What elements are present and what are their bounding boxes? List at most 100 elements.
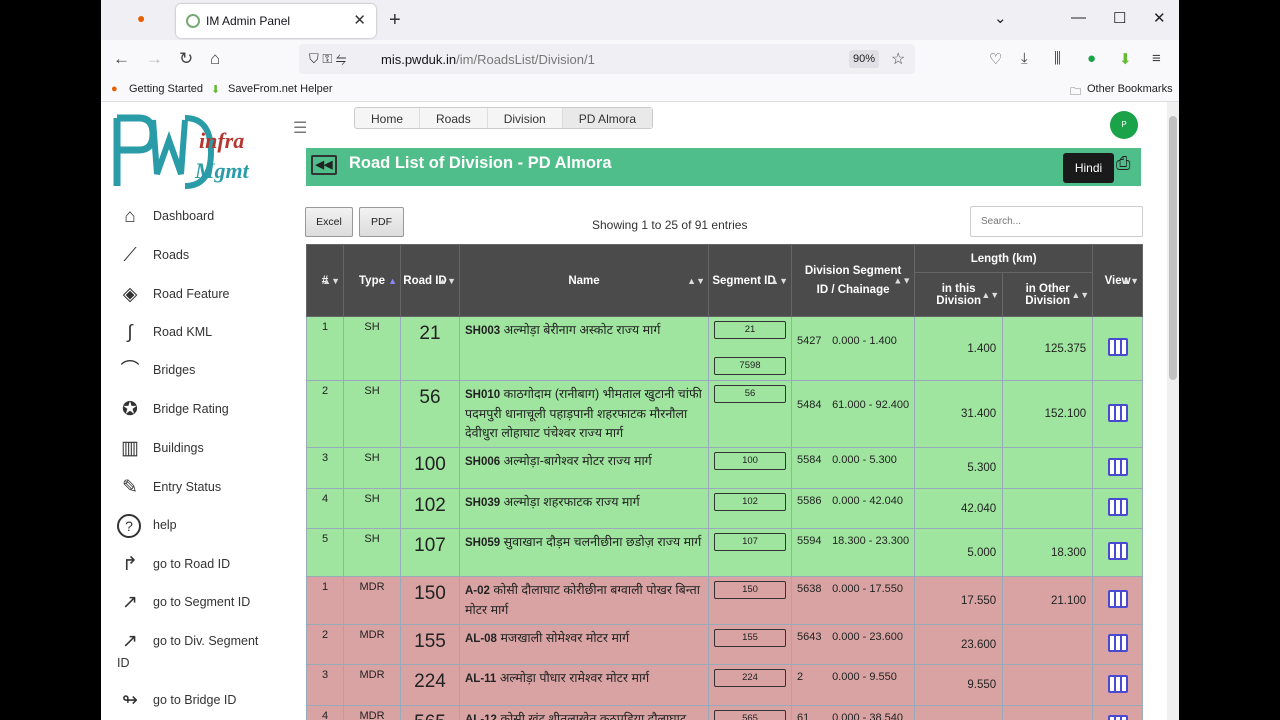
sidebar-item-go-to-segment-id[interactable]: ↗ go to Segment ID: [117, 588, 287, 618]
segment-id-button[interactable]: 150: [714, 581, 786, 599]
sidebar-item-buildings[interactable]: ▥ Buildings: [117, 434, 287, 464]
breadcrumb-home[interactable]: Home: [355, 108, 421, 128]
col-segment-id[interactable]: Segment ID ▲▼: [708, 244, 792, 317]
library-icon[interactable]: ⫼: [1054, 50, 1061, 67]
cell-in-other: 125.375: [1002, 316, 1094, 381]
close-window-icon[interactable]: ✕: [1153, 9, 1166, 27]
new-tab-icon[interactable]: +: [389, 9, 401, 32]
url-text[interactable]: mis.pwduk.in/im/RoadsList/Division/1: [381, 52, 595, 67]
extension-g-icon[interactable]: ●: [1087, 50, 1096, 67]
cell-name: SH003 अल्मोड़ा बेरीनाग अस्कोट राज्य मार्…: [459, 316, 709, 381]
road-code: A-02: [465, 585, 490, 597]
sidebar-item-help[interactable]: ? help: [117, 511, 287, 541]
pocket-icon[interactable]: ♡: [989, 50, 1002, 68]
cell-segment-id: 107: [708, 528, 792, 577]
excel-button[interactable]: Excel: [305, 207, 353, 237]
table-row: 3 MDR 224 AL-11 अल्मोड़ा पौधार रामेश्वर मोट…: [306, 664, 1143, 706]
zoom-badge[interactable]: 90%: [849, 50, 879, 68]
breadcrumb-division[interactable]: Division: [488, 108, 563, 128]
segment-id-button[interactable]: 7598: [714, 357, 786, 375]
map-icon[interactable]: [1107, 542, 1128, 560]
col-div-segment[interactable]: Division Segment ID / Chainage ▲▼: [790, 244, 916, 317]
segment-id-button[interactable]: 56: [714, 385, 786, 403]
road-name: काठगोदाम (रानीबाग) भीमताल खुटानी चांफी प…: [465, 387, 702, 440]
scrollbar-thumb[interactable]: [1169, 116, 1177, 380]
segment-id-button[interactable]: 21: [714, 321, 786, 339]
col-name[interactable]: Name ▲▼: [459, 244, 709, 317]
sidebar-item-go-to-road-id[interactable]: ↱ go to Road ID: [117, 550, 287, 580]
map-icon[interactable]: [1107, 338, 1128, 356]
pdf-button[interactable]: PDF: [359, 207, 404, 237]
road-name: अल्मोड़ा शहरफाटक राज्य मार्ग: [503, 495, 640, 509]
other-bookmarks[interactable]: Other Bookmarks: [1087, 83, 1173, 95]
col-in-other[interactable]: in Other Division ▲▼: [1002, 272, 1094, 317]
segment-id-button[interactable]: 224: [714, 669, 786, 687]
sidebar-item-road-kml[interactable]: ∫ Road KML: [117, 318, 287, 348]
breadcrumb-roads[interactable]: Roads: [420, 108, 488, 128]
table-row: 3 SH 100 SH006 अल्मोड़ा-बागेश्वर मोटर राज्य…: [306, 447, 1143, 489]
url-bar[interactable]: ⛉ ⚿ ⇋ mis.pwduk.in/im/RoadsList/Division…: [299, 44, 915, 74]
segment-id-button[interactable]: 107: [714, 533, 786, 551]
cell-div-segment: 5484 61.000 - 92.400: [790, 380, 916, 448]
download-icon[interactable]: ⤓: [1021, 50, 1028, 67]
segment-id-button[interactable]: 565: [714, 710, 786, 720]
col-in-this[interactable]: in this Division ▲▼: [914, 272, 1004, 317]
sidebar-item-entry-status[interactable]: ✎ Entry Status: [117, 473, 287, 503]
sidebar-item-bridges[interactable]: ⌒ Bridges: [117, 356, 287, 386]
cell-num: 3: [306, 447, 344, 489]
tab-active[interactable]: IM Admin Panel ✕: [176, 4, 376, 38]
col-road-id[interactable]: Road ID ▲▼: [400, 244, 460, 317]
segment-id-button[interactable]: 100: [714, 452, 786, 470]
col-view[interactable]: View ▲▼: [1092, 244, 1143, 317]
savefrom-icon[interactable]: ⬇: [1119, 50, 1132, 68]
sidebar-item-roads[interactable]: ⟋ Roads: [117, 241, 287, 271]
map-icon[interactable]: [1107, 403, 1128, 422]
road-code: SH006: [465, 456, 501, 468]
col-type[interactable]: Type ▲: [343, 244, 401, 317]
cell-name: SH059 सुवाखान दौड़म चलनीछीना छडोज़ राज्य…: [459, 528, 709, 577]
search-input[interactable]: [970, 206, 1143, 237]
bookmark-savefrom[interactable]: SaveFrom.net Helper: [228, 83, 333, 95]
map-icon[interactable]: [1107, 674, 1128, 693]
close-tab-icon[interactable]: ✕: [353, 11, 366, 29]
map-icon[interactable]: [1107, 457, 1128, 476]
segment-id-button[interactable]: 102: [714, 493, 786, 511]
breadcrumb-current: PD Almora: [562, 108, 653, 128]
map-icon[interactable]: [1107, 715, 1128, 720]
cell-road-id: 150: [400, 576, 460, 625]
map-icon[interactable]: [1107, 590, 1128, 608]
sidebar-item-label: Bridge Rating: [153, 402, 229, 416]
col-num[interactable]: # ▲▼: [306, 244, 344, 317]
sidebar-item-go-to-div-segment[interactable]: ↗ go to Div. Segment ID: [117, 627, 287, 670]
cell-name: SH006 अल्मोड़ा-बागेश्वर मोटर राज्य मार्ग: [459, 447, 709, 489]
minimize-icon[interactable]: —: [1071, 9, 1086, 26]
avatar[interactable]: P: [1110, 111, 1138, 139]
app-menu-icon[interactable]: ≡: [1152, 50, 1161, 67]
firefox-view-icon[interactable]: ●: [137, 10, 165, 32]
forward-icon[interactable]: →: [146, 49, 163, 69]
map-icon[interactable]: [1107, 634, 1128, 652]
print-icon[interactable]: ⎙: [1116, 153, 1140, 177]
cell-in-this: 17.550: [914, 576, 1004, 625]
cell-type: SH: [343, 447, 401, 489]
bookmark-star-icon[interactable]: ☆: [891, 49, 905, 69]
sidebar-item-bridge-rating[interactable]: ✪ Bridge Rating: [117, 395, 287, 425]
hindi-button[interactable]: Hindi: [1063, 153, 1114, 183]
bookmark-getting-started[interactable]: Getting Started: [129, 83, 203, 95]
map-icon[interactable]: [1107, 498, 1128, 516]
segment-id-button[interactable]: 155: [714, 629, 786, 647]
home-browser-icon[interactable]: ⌂: [210, 49, 220, 69]
sidebar-item-road-feature[interactable]: ◈ Road Feature: [117, 280, 287, 310]
shield-icon[interactable]: ⛉ ⚿ ⇋: [309, 51, 346, 67]
table-row: 5 SH 107 SH059 सुवाखान दौड़म चलनीछीना छडोज़…: [306, 528, 1143, 577]
maximize-icon[interactable]: ☐: [1113, 9, 1126, 27]
back-icon[interactable]: ←: [113, 49, 130, 69]
scrollbar[interactable]: [1167, 102, 1179, 720]
sidebar-item-dashboard[interactable]: ⌂ Dashboard: [117, 202, 287, 232]
sidebar-item-go-to-bridge-id[interactable]: ↬ go to Bridge ID: [117, 686, 287, 716]
back-arrow-icon[interactable]: ◀◀: [311, 155, 337, 175]
road-name: कोसी खंट शीतलाखेत कठपुड़िया दौलाघाट: [500, 712, 687, 720]
tab-list-icon[interactable]: ⌄: [994, 9, 1007, 27]
hamburger-icon[interactable]: ☰: [293, 118, 307, 138]
reload-icon[interactable]: ↻: [179, 49, 193, 69]
